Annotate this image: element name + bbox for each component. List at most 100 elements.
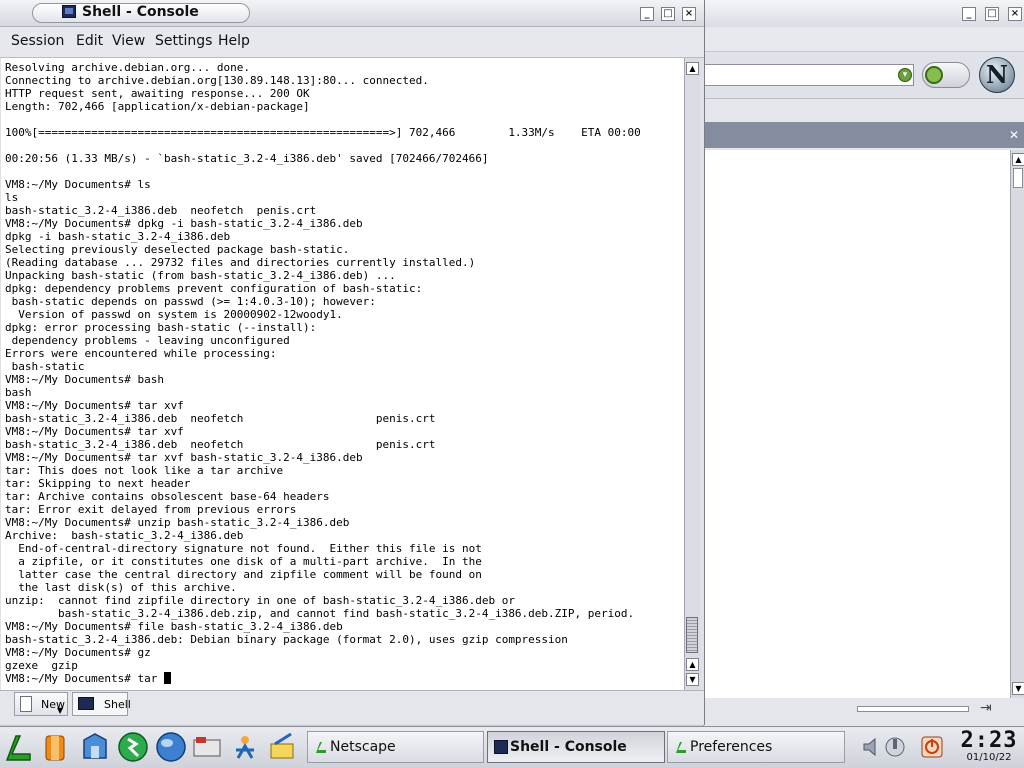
netscape-vertical-scrollbar[interactable]: ▲ ▼ xyxy=(1010,150,1024,698)
mail-icon[interactable] xyxy=(190,730,224,764)
scroll-up-icon[interactable]: ▲ xyxy=(1012,153,1024,166)
task-preferences[interactable]: Preferences xyxy=(667,731,845,763)
clock[interactable]: 2:23 01/10/22 xyxy=(958,728,1020,766)
menu-help[interactable]: Help xyxy=(218,33,250,49)
terminal-line: VM8:~/My Documents# unzip bash-static_3.… xyxy=(5,516,350,529)
netscape-splitter[interactable] xyxy=(857,706,969,712)
terminal-line: tar: This does not look like a tar archi… xyxy=(5,464,284,477)
terminal-icon xyxy=(494,740,508,754)
scroll-up-icon[interactable]: ▲ xyxy=(686,658,699,671)
terminal-cursor xyxy=(163,672,171,684)
terminal-line: End-of-central-directory signature not f… xyxy=(18,542,482,555)
task-label: Preferences xyxy=(690,739,773,755)
terminal-line: 100%[===================================… xyxy=(5,126,641,139)
window-title: Shell - Console xyxy=(82,4,199,20)
logout-icon[interactable] xyxy=(920,734,944,760)
terminal-scrollbar[interactable]: ▲ ▲ ▼ xyxy=(684,58,700,690)
task-netscape[interactable]: Netscape xyxy=(307,731,484,763)
klipper-icon[interactable] xyxy=(884,734,906,760)
close-icon[interactable]: × xyxy=(1008,7,1022,21)
netscape-window: _ □ × ▾ N ✕ ▲ ▼ ⇥ xyxy=(703,0,1024,726)
konsole-menubar xyxy=(0,27,704,58)
konsole-window: Shell - Console _ □ × Session Edit View … xyxy=(0,0,705,725)
minimize-icon[interactable]: _ xyxy=(640,7,654,21)
terminal-line: tar: Skipping to next header xyxy=(5,477,191,490)
lifesaver-help-icon[interactable] xyxy=(38,730,72,764)
terminal-line: a zipfile, or it constitutes one disk of… xyxy=(18,555,482,568)
clock-date: 01/10/22 xyxy=(966,752,1012,763)
new-session-button[interactable]: New ▼ xyxy=(14,692,68,716)
go-icon[interactable]: ▾ xyxy=(898,68,912,82)
search-icon xyxy=(925,66,943,84)
close-tab-icon[interactable]: ✕ xyxy=(1009,128,1019,142)
menu-edit[interactable]: Edit xyxy=(76,33,103,49)
menu-view[interactable]: View xyxy=(112,33,145,49)
terminal-prompt-line: VM8:~/My Documents# tar xyxy=(5,672,164,685)
terminal-line: bash xyxy=(5,386,32,399)
new-document-icon xyxy=(20,696,32,712)
maximize-icon[interactable]: □ xyxy=(985,7,999,21)
terminal-icon xyxy=(78,697,94,710)
chevron-down-icon[interactable]: ▼ xyxy=(57,706,63,715)
terminal-line: latter case the central directory and zi… xyxy=(18,568,482,581)
scroll-thumb[interactable] xyxy=(686,617,698,653)
speaker-icon[interactable] xyxy=(862,736,882,758)
terminal-line: Unpacking bash-static (from bash-static_… xyxy=(5,269,396,282)
task-label: Netscape xyxy=(330,739,396,755)
netscape-titlebar[interactable] xyxy=(704,0,1024,27)
terminal-line: VM8:~/My Documents# tar xvf xyxy=(5,399,184,412)
scroll-up-icon[interactable]: ▲ xyxy=(686,62,699,75)
java-icon[interactable] xyxy=(228,730,262,764)
terminal-line: VM8:~/My Documents# ls xyxy=(5,178,151,191)
terminal-line: VM8:~/My Documents# gz xyxy=(5,646,151,659)
terminal-line: Errors were encountered while processing… xyxy=(5,347,277,360)
scroll-thumb[interactable] xyxy=(1013,168,1023,188)
terminal-line: Version of passwd on system is 20000902-… xyxy=(18,308,343,321)
terminal-line: dpkg -i bash-static_3.2-4_i386.deb xyxy=(5,230,231,243)
terminal-line: gzexe gzip xyxy=(5,659,78,672)
terminal-line: dpkg: dependency problems prevent config… xyxy=(5,282,423,295)
preferences-task-icon xyxy=(676,742,686,753)
terminal-line: bash-static_3.2-4_i386.deb neofetch peni… xyxy=(5,204,317,217)
terminal-line: tar: Error exit delayed from previous er… xyxy=(5,503,297,516)
terminal-line: Length: 702,466 [application/x-debian-pa… xyxy=(5,100,310,113)
scroll-down-icon[interactable]: ▼ xyxy=(1012,682,1024,695)
clock-time: 2:23 xyxy=(960,728,1018,753)
terminal-line: Selecting previously deselected package … xyxy=(5,243,350,256)
session-tab-shell[interactable]: Shell xyxy=(72,692,131,716)
netscape-task-icon xyxy=(316,742,326,753)
minimize-icon[interactable]: _ xyxy=(962,7,976,21)
office-icon[interactable] xyxy=(265,730,299,764)
terminal-line: bash-static_3.2-4_i386.deb.zip, and cann… xyxy=(57,607,635,620)
task-shell-console[interactable]: Shell - Console xyxy=(487,731,665,763)
splitter-handle-icon[interactable]: ⇥ xyxy=(980,700,992,716)
netscape-logo[interactable]: N xyxy=(979,57,1015,93)
session-tab-label: Shell xyxy=(104,698,131,711)
terminal-line: bash-static_3.2-4_i386.deb: Debian binar… xyxy=(5,633,568,646)
terminal-line: the last disk(s) of this archive. xyxy=(18,581,237,594)
menu-session[interactable]: Session xyxy=(11,33,64,49)
terminal-icon xyxy=(62,5,76,18)
terminal-area[interactable]: Resolving archive.debian.org... done. Co… xyxy=(1,58,684,690)
terminal-line: bash-static xyxy=(11,360,85,373)
terminal-line: tar: Archive contains obsolescent base-6… xyxy=(5,490,330,503)
maximize-icon[interactable]: □ xyxy=(661,7,675,21)
terminal-line: bash-static_3.2-4_i386.deb neofetch peni… xyxy=(5,438,436,451)
terminal-line: bash-static_3.2-4_i386.deb neofetch peni… xyxy=(5,412,436,425)
task-label: Shell - Console xyxy=(510,739,627,755)
menu-settings[interactable]: Settings xyxy=(155,33,212,49)
netscape-tabbar xyxy=(704,122,1024,148)
terminal-line: VM8:~/My Documents# tar xvf xyxy=(5,425,184,438)
terminal-line: dependency problems - leaving unconfigur… xyxy=(11,334,290,347)
scroll-down-icon[interactable]: ▼ xyxy=(686,673,699,686)
url-field[interactable] xyxy=(704,64,914,86)
terminal-line: Connecting to archive.debian.org[130.89.… xyxy=(5,74,429,87)
home-folder-icon[interactable] xyxy=(78,730,112,764)
kde-menu-icon[interactable] xyxy=(2,730,36,764)
terminal-line: bash-static depends on passwd (>= 1:4.0.… xyxy=(11,295,376,308)
konqueror-icon[interactable] xyxy=(116,730,150,764)
web-browser-icon[interactable] xyxy=(154,730,188,764)
terminal-line: Resolving archive.debian.org... done. xyxy=(5,61,251,74)
terminal-output: Resolving archive.debian.org... done. Co… xyxy=(5,61,641,685)
close-icon[interactable]: × xyxy=(682,7,696,21)
